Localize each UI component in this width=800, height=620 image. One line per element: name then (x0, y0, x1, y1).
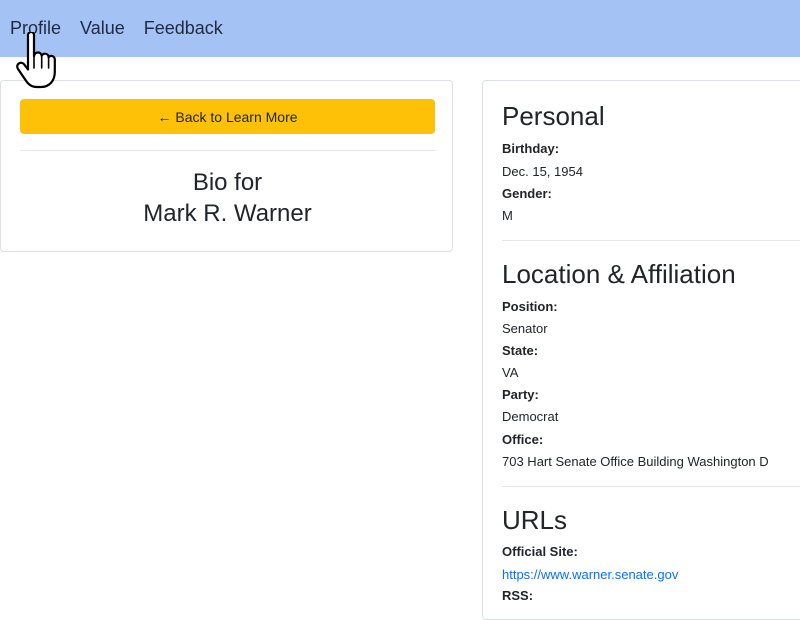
birthday-label: Birthday: (502, 141, 560, 156)
gender-value: M (502, 208, 513, 223)
office-value: 703 Hart Senate Office Building Washingt… (502, 454, 769, 469)
bio-heading-line1: Bio for (192, 169, 263, 196)
details-card: Personal Birthday: Dec. 15, 1954 Gender:… (482, 80, 800, 620)
state-label: State: (502, 343, 539, 358)
divider (20, 150, 435, 151)
section-title-urls: URLs (502, 505, 568, 535)
nav-item-feedback[interactable]: Feedback (144, 18, 223, 39)
gender-label: Gender: (502, 186, 552, 201)
state-value: VA (502, 365, 519, 380)
bio-card: ← Back to Learn More Bio for Mark R. War… (0, 80, 453, 252)
official-site-value: https://www.warner.senate.gov (502, 567, 678, 583)
bio-heading: Bio for Mark R. Warner (1, 167, 454, 229)
divider (502, 240, 800, 241)
party-value: Democrat (502, 409, 559, 424)
birthday-value: Dec. 15, 1954 (502, 164, 583, 179)
section-title-location: Location & Affiliation (502, 259, 736, 289)
office-label: Office: (502, 432, 544, 447)
party-label: Party: (502, 387, 539, 402)
rss-label: RSS: (502, 588, 534, 603)
bio-heading-name: Mark R. Warner (143, 200, 312, 227)
nav-item-profile[interactable]: Profile (10, 18, 61, 39)
position-value: Senator (502, 321, 548, 336)
top-navbar: Profile Value Feedback (0, 0, 800, 57)
back-to-learn-more-button[interactable]: ← Back to Learn More (20, 99, 435, 134)
official-site-label: Official Site: (502, 544, 578, 559)
official-site-link[interactable]: https://www.warner.senate.gov (502, 567, 678, 582)
nav-item-value[interactable]: Value (80, 18, 125, 39)
section-title-personal: Personal (502, 101, 605, 131)
position-label: Position: (502, 299, 558, 314)
divider (502, 486, 800, 487)
